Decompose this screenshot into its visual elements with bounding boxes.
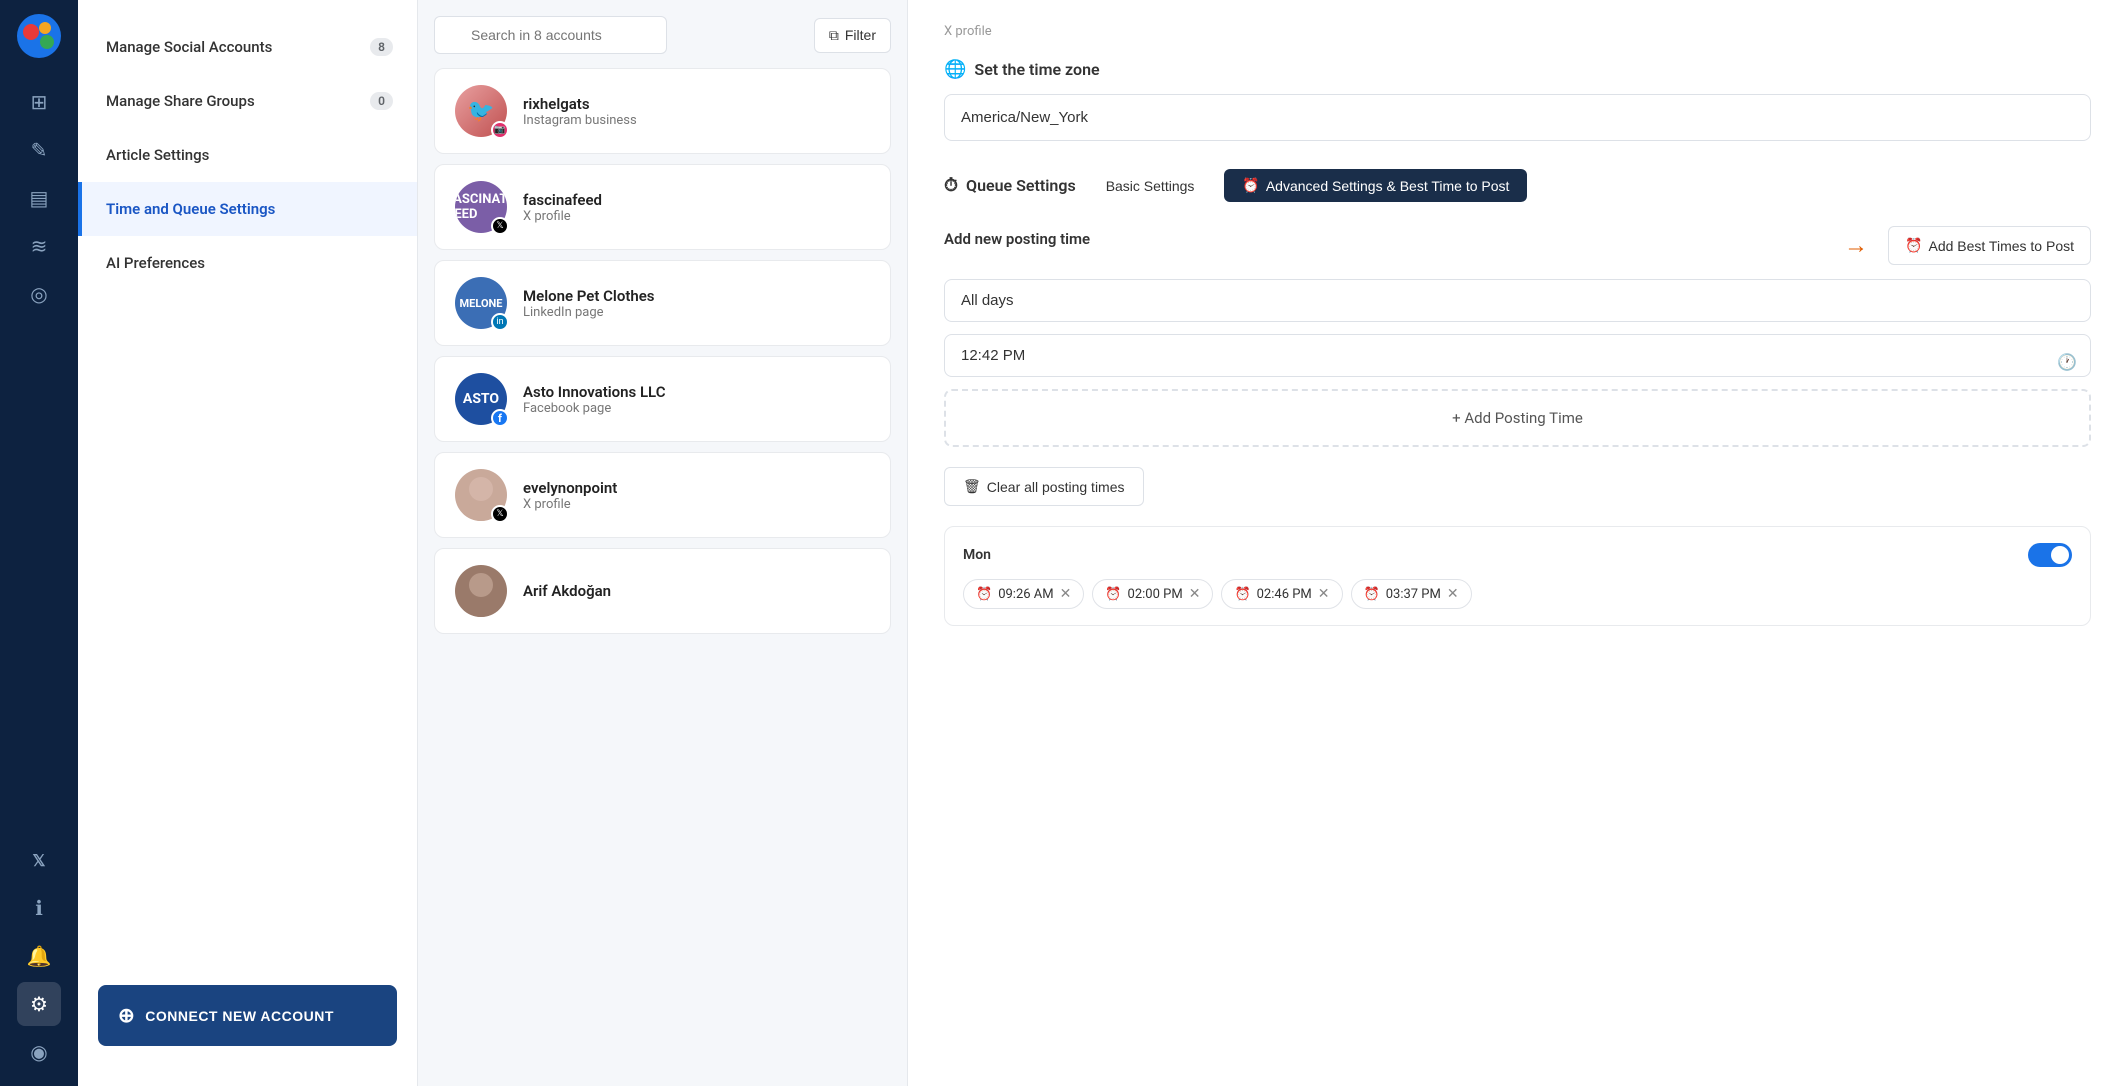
chip-close-1[interactable]: ✕ <box>1189 586 1201 602</box>
add-posting-row: Add new posting time → ⏰ Add Best Times … <box>944 226 2091 265</box>
account-info-melone: Melone Pet Clothes LinkedIn page <box>523 287 655 320</box>
arrow-indicator: → <box>1844 231 1868 260</box>
settings-icon[interactable]: ⚙ <box>17 982 61 1026</box>
basic-settings-tab[interactable]: Basic Settings <box>1088 170 1213 202</box>
avatar-asto: ASTO f <box>455 373 507 425</box>
facebook-badge: f <box>491 409 509 427</box>
settings-panel: X profile 🌐 Set the time zone America/Ne… <box>908 0 2127 1086</box>
chip-close-2[interactable]: ✕ <box>1318 586 1330 602</box>
add-posting-time-button[interactable]: + Add Posting Time <box>944 389 2091 447</box>
best-times-icon: ⏰ <box>1905 237 1922 254</box>
avatar-evelyn: 𝕏 <box>455 469 507 521</box>
day-select[interactable]: All days Monday Tuesday Wednesday Thursd… <box>944 279 2091 322</box>
sidebar-item-article-settings[interactable]: Article Settings <box>78 128 417 182</box>
queue-settings-bar: ⏱ Queue Settings Basic Settings ⏰ Advanc… <box>944 169 2091 202</box>
account-info-fascinafeed: fascinafeed X profile <box>523 191 602 224</box>
monday-time-chips: ⏰ 09:26 AM ✕ ⏰ 02:00 PM ✕ ⏰ 02:46 PM ✕ ⏰… <box>963 579 2072 609</box>
monday-toggle[interactable] <box>2028 543 2072 567</box>
twitter-badge-fascinafeed: 𝕏 <box>491 217 509 235</box>
sidebar-item-manage-social[interactable]: Manage Social Accounts 8 <box>78 20 417 74</box>
monday-row-header: Mon <box>963 543 2072 567</box>
bell-icon[interactable]: 🔔 <box>17 934 61 978</box>
sidebar-item-time-queue[interactable]: Time and Queue Settings <box>78 182 417 236</box>
account-info-arif: Arif Akdoğan <box>523 582 611 600</box>
sidebar-item-ai-preferences[interactable]: AI Preferences <box>78 236 417 290</box>
search-input[interactable] <box>434 16 667 54</box>
plus-icon: ⊕ <box>118 1003 135 1028</box>
account-card-melone[interactable]: MELONE in Melone Pet Clothes LinkedIn pa… <box>434 260 891 346</box>
add-best-times-button[interactable]: ⏰ Add Best Times to Post <box>1888 226 2091 265</box>
account-card-fascinafeed[interactable]: FASCINATEFEED 𝕏 fascinafeed X profile <box>434 164 891 250</box>
sidebar: Manage Social Accounts 8 Manage Share Gr… <box>78 0 418 1086</box>
avatar-fascinafeed: FASCINATEFEED 𝕏 <box>455 181 507 233</box>
avatar-rixhelgats: 🐦 📷 <box>455 85 507 137</box>
advanced-settings-tab[interactable]: ⏰ Advanced Settings & Best Time to Post <box>1224 169 1527 202</box>
chip-clock-icon-0: ⏰ <box>976 587 992 602</box>
chip-clock-icon-2: ⏰ <box>1234 587 1250 602</box>
chip-clock-icon-3: ⏰ <box>1364 587 1380 602</box>
time-input-wrap: 🕐 <box>944 334 2091 389</box>
twitter-icon[interactable]: 𝕏 <box>17 838 61 882</box>
account-card-rixhelgats[interactable]: 🐦 📷 rixhelgats Instagram business <box>434 68 891 154</box>
feed-icon[interactable]: ≋ <box>17 224 61 268</box>
time-chip-0246: ⏰ 02:46 PM ✕ <box>1221 579 1342 609</box>
monday-schedule-row: Mon ⏰ 09:26 AM ✕ ⏰ 02:00 PM ✕ ⏰ 02:46 PM… <box>944 526 2091 626</box>
chip-close-0[interactable]: ✕ <box>1060 586 1072 602</box>
icon-bar: ⊞ ✎ ▤ ≋ ◎ 𝕏 ℹ 🔔 ⚙ ◉ <box>0 0 78 1086</box>
instagram-badge: 📷 <box>491 121 509 139</box>
add-posting-title: Add new posting time <box>944 230 1090 248</box>
clear-posting-times-button[interactable]: 🗑 Clear all posting times <box>944 467 1144 506</box>
grid-icon[interactable]: ⊞ <box>17 80 61 124</box>
document-icon[interactable]: ▤ <box>17 176 61 220</box>
breadcrumb: X profile <box>944 24 2091 39</box>
timezone-select[interactable]: America/New_York <box>944 94 2091 141</box>
account-card-asto[interactable]: ASTO f Asto Innovations LLC Facebook pag… <box>434 356 891 442</box>
account-info-rixhelgats: rixhelgats Instagram business <box>523 95 637 128</box>
search-bar: 🔍 ⧉ Filter <box>434 16 891 54</box>
timezone-title: 🌐 Set the time zone <box>944 59 2091 80</box>
time-clock-icon: 🕐 <box>2057 352 2077 371</box>
advanced-clock-icon: ⏰ <box>1242 177 1259 194</box>
queue-clock-icon: ⏱ <box>944 175 958 196</box>
chip-clock-icon-1: ⏰ <box>1105 587 1121 602</box>
edit-icon[interactable]: ✎ <box>17 128 61 172</box>
monday-label: Mon <box>963 547 991 563</box>
app-logo[interactable] <box>15 12 63 60</box>
linkedin-badge: in <box>491 313 509 331</box>
time-chip-0337: ⏰ 03:37 PM ✕ <box>1351 579 1472 609</box>
chip-close-3[interactable]: ✕ <box>1447 586 1459 602</box>
sidebar-item-share-groups[interactable]: Manage Share Groups 0 <box>78 74 417 128</box>
avatar-arif <box>455 565 507 617</box>
account-card-arif[interactable]: Arif Akdoğan <box>434 548 891 634</box>
account-panel: 🔍 ⧉ Filter 🐦 📷 rixhelgats Instagram busi… <box>418 0 908 1086</box>
time-chip-0926: ⏰ 09:26 AM ✕ <box>963 579 1084 609</box>
queue-settings-label: ⏱ Queue Settings <box>944 175 1076 196</box>
time-input[interactable] <box>944 334 2091 377</box>
account-card-evelyn[interactable]: 𝕏 evelynonpoint X profile <box>434 452 891 538</box>
account-info-asto: Asto Innovations LLC Facebook page <box>523 383 666 416</box>
avatar-melone: MELONE in <box>455 277 507 329</box>
globe-icon: 🌐 <box>944 59 966 80</box>
analytics-icon[interactable]: ◎ <box>17 272 61 316</box>
twitter-badge-evelyn: 𝕏 <box>491 505 509 523</box>
time-chip-0200: ⏰ 02:00 PM ✕ <box>1092 579 1213 609</box>
filter-icon: ⧉ <box>829 27 839 44</box>
connect-new-account-button[interactable]: ⊕ CONNECT NEW ACCOUNT <box>98 985 397 1046</box>
account-info-evelyn: evelynonpoint X profile <box>523 479 617 512</box>
info-icon[interactable]: ℹ <box>17 886 61 930</box>
filter-button[interactable]: ⧉ Filter <box>814 18 891 53</box>
search-wrap: 🔍 <box>434 16 804 54</box>
trash-icon: 🗑 <box>963 478 981 495</box>
circle-icon[interactable]: ◉ <box>17 1030 61 1074</box>
